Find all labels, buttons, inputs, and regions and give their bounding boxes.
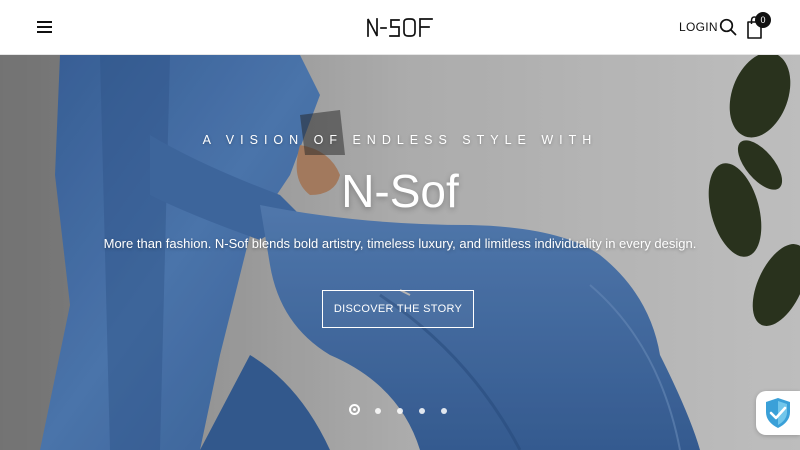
menu-line <box>37 31 52 33</box>
slide-dot-2[interactable] <box>375 408 381 414</box>
slide-dot-5[interactable] <box>441 408 447 414</box>
hero-banner: A VISION OF ENDLESS STYLE WITH N-Sof Mor… <box>0 55 800 450</box>
hamburger-menu-icon[interactable] <box>37 20 55 34</box>
search-icon[interactable] <box>719 18 737 36</box>
hero-image <box>0 55 800 450</box>
cart-count-badge: 0 <box>755 12 771 28</box>
login-link[interactable]: LOGIN <box>679 20 718 34</box>
slide-dot-1[interactable] <box>349 404 360 415</box>
shield-check-icon <box>766 398 790 428</box>
site-header: LOGIN 0 <box>0 0 800 55</box>
hero-title: N-Sof <box>341 165 459 217</box>
menu-line <box>37 26 52 28</box>
discover-story-button[interactable]: DISCOVER THE STORY <box>322 290 474 328</box>
hero-eyebrow-text: A VISION OF ENDLESS STYLE WITH <box>202 133 598 147</box>
slide-pagination <box>0 404 800 418</box>
slide-dot-4[interactable] <box>419 408 425 414</box>
brand-logo[interactable] <box>366 16 436 38</box>
trust-badge-widget[interactable] <box>756 391 800 435</box>
menu-line <box>37 21 52 23</box>
slide-dot-3[interactable] <box>397 408 403 414</box>
hero-subtitle: More than fashion. N-Sof blends bold art… <box>103 236 697 251</box>
